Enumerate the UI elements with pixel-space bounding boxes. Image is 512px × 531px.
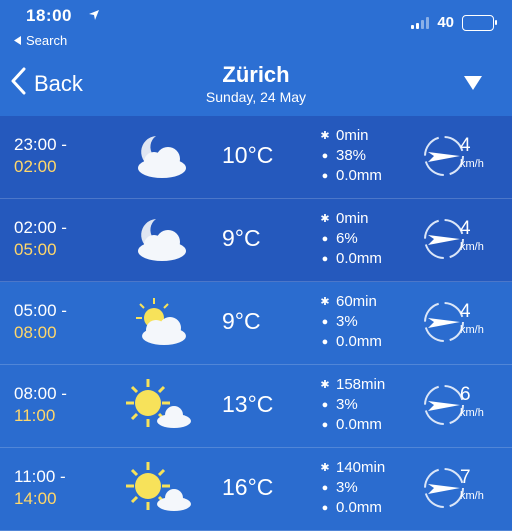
time-to: 14:00 [14,489,57,508]
rain-amount-icon: ● [321,419,329,431]
time-to: 08:00 [14,323,57,342]
time-range: 05:00 - 08:00 [14,300,94,344]
wind-unit: km/h [460,490,484,502]
temperature: 13°C [222,391,274,417]
rain-amount-icon: ● [321,253,329,265]
sun-cloud-icon [126,462,191,511]
time-from: 11:00 - [14,467,66,486]
rain-amount-icon: ● [321,336,329,348]
city-name: Zürich [222,62,290,87]
precip-probability: 3% [336,313,358,330]
back-to-app-label: Search [26,33,68,48]
partly-cloudy-icon [136,298,186,345]
time-range: 11:00 - 14:00 [14,466,94,510]
page-title: Zürich Sunday, 24 May [0,62,512,105]
weather-details: ✱ 0min ● 38% ● 0.0mm [320,126,382,186]
time-to: 05:00 [14,240,57,259]
sunshine-icon: ✱ [320,213,330,225]
precip-probability: 6% [336,230,358,247]
temperature: 9°C [222,225,261,251]
status-time: 18:00 [26,6,72,25]
forecast-row[interactable]: 23:00 - 02:00 10°C ✱ 0min ● 38% ● 0.0mm 4 k… [0,116,512,199]
sunshine-icon: ✱ [320,462,330,474]
rain-probability-icon: ● [321,399,329,411]
wind-speed: 6 [460,384,471,405]
status-bar: 18:00 Search 40 [0,0,512,48]
forecast-row[interactable]: 02:00 - 05:00 9°C ✱ 0min ● 6% ● 0.0mm 4 km/… [0,199,512,282]
time-to: 11:00 [14,406,56,425]
wind-speed: 4 [460,135,471,156]
temperature: 9°C [222,308,261,334]
weather-details: ✱ 158min ● 3% ● 0.0mm [320,375,385,435]
sunshine-icon: ✱ [320,379,330,391]
precip-probability: 38% [336,147,367,164]
cloudy-night-icon [138,136,186,178]
forecast-list: 23:00 - 02:00 10°C ✱ 0min ● 38% ● 0.0mm 4 k… [0,116,512,531]
time-range: 23:00 - 02:00 [14,134,94,178]
weather-details: ✱ 140min ● 3% ● 0.0mm [320,458,385,518]
sunshine-duration: 60min [336,293,377,310]
location-arrow-icon [88,8,100,26]
precip-amount: 0.0mm [336,416,382,433]
forecast-row[interactable]: 05:00 - 08:00 9°C ✱ 60min ● 3% ● 0.0mm 4 km… [0,282,512,365]
sunshine-icon: ✱ [320,296,330,308]
forecast-row[interactable]: 11:00 - 14:00 16°C ✱ 140min ● 3% ● 0.0mm 7 … [0,448,512,531]
forecast-date: Sunday, 24 May [205,89,307,105]
rain-probability-icon: ● [321,482,329,494]
weather-details: ✱ 60min ● 3% ● 0.0mm [320,292,382,352]
forecast-row[interactable]: 08:00 - 11:00 13°C ✱ 158min ● 3% ● 0.0mm 6 … [0,365,512,448]
time-from: 05:00 - [14,301,67,320]
rain-probability-icon: ● [321,150,329,162]
triangle-down-icon [464,76,482,94]
wind-unit: km/h [460,324,484,336]
wind-speed: 4 [460,218,471,239]
wind-speed: 4 [460,301,471,322]
time-to: 02:00 [14,157,57,176]
sunshine-duration: 140min [336,459,386,476]
precip-amount: 0.0mm [336,499,382,516]
cloudy-night-icon [138,219,186,261]
nav-bar: Back Zürich Sunday, 24 May [0,56,512,114]
battery-icon [462,14,497,31]
temperature: 16°C [222,474,274,500]
precip-amount: 0.0mm [336,250,382,267]
time-range: 08:00 - 11:00 [14,383,94,427]
weather-details: ✱ 0min ● 6% ● 0.0mm [320,209,382,269]
battery-level: 40 [437,14,454,31]
signal-icon [411,16,430,29]
time-range: 02:00 - 05:00 [14,217,94,261]
rain-amount-icon: ● [321,170,329,182]
status-indicators: 40 [411,14,497,31]
back-triangle-icon [14,33,22,48]
temperature: 10°C [222,142,274,168]
precip-probability: 3% [336,396,358,413]
sunshine-duration: 0min [336,127,369,144]
wind-unit: km/h [460,407,484,419]
precip-probability: 3% [336,479,358,496]
time-from: 02:00 - [14,218,67,237]
sun-cloud-icon [126,379,191,428]
back-to-app-link[interactable]: Search [14,33,67,48]
sunshine-icon: ✱ [320,130,330,142]
precip-amount: 0.0mm [336,333,382,350]
dropdown-button[interactable] [464,76,482,95]
wind-unit: km/h [460,241,484,253]
rain-amount-icon: ● [321,502,329,514]
wind-unit: km/h [460,158,484,170]
sunshine-duration: 0min [336,210,369,227]
sunshine-duration: 158min [336,376,386,393]
time-from: 08:00 - [14,384,67,403]
time-from: 23:00 - [14,135,67,154]
rain-probability-icon: ● [321,316,329,328]
precip-amount: 0.0mm [336,167,382,184]
wind-speed: 7 [460,467,471,488]
rain-probability-icon: ● [321,233,329,245]
